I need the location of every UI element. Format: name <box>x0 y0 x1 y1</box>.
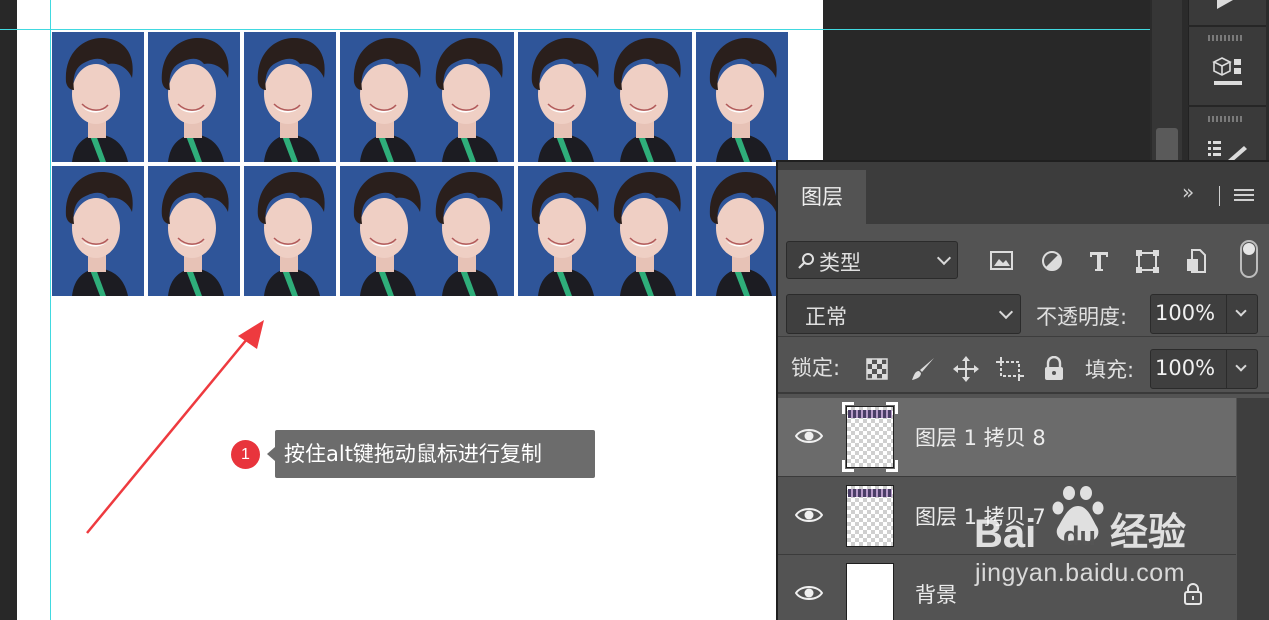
baidu-watermark-logo: Bai du 经验 <box>974 486 1186 555</box>
tab-layers[interactable]: 图层 <box>778 170 866 224</box>
eye-icon[interactable] <box>795 583 823 603</box>
eye-icon[interactable] <box>795 426 823 446</box>
dock-separator <box>1188 25 1266 27</box>
fill-field[interactable]: 100% <box>1150 349 1258 389</box>
dock-grip[interactable] <box>1208 116 1244 122</box>
portrait-photo <box>518 32 610 162</box>
watermark-jingyan: 经验 <box>1110 510 1186 554</box>
annotation-arrow <box>86 320 264 534</box>
blend-mode-dropdown[interactable]: 正常 <box>786 294 1021 334</box>
eye-icon[interactable] <box>795 505 823 525</box>
chevron-down-icon[interactable] <box>1235 305 1247 317</box>
opacity-field[interactable]: 100% <box>1150 294 1258 334</box>
lock-all-icon[interactable] <box>1043 356 1065 382</box>
3d-cube-icon[interactable] <box>1210 55 1246 91</box>
filter-kind-label: 类型 <box>819 251 861 275</box>
portrait-photo <box>696 32 788 162</box>
workspace: 1 按住alt键拖动鼠标进行复制 图层 » 类型 正常 不透明度: 100% 锁… <box>0 0 1269 620</box>
selection-bracket <box>842 402 854 414</box>
opacity-value[interactable]: 100% <box>1155 301 1215 325</box>
lock-icon <box>1184 583 1202 605</box>
smart-object-filter-icon[interactable] <box>1185 248 1207 274</box>
chevron-down-icon <box>936 250 952 266</box>
selection-bracket <box>842 460 854 472</box>
lock-paint-icon[interactable] <box>910 356 936 382</box>
layer-thumbnail[interactable] <box>846 406 894 468</box>
portrait-photo <box>600 32 692 162</box>
layer-filter-dropdown[interactable]: 类型 <box>786 241 958 279</box>
layer-row[interactable]: 图层 1 拷贝 8 <box>778 398 1236 476</box>
chevron-down-icon[interactable] <box>1235 360 1247 372</box>
fill-label: 填充: <box>1085 358 1135 382</box>
portrait-photo <box>422 32 514 162</box>
portrait-photo <box>518 166 610 296</box>
selection-bracket <box>886 402 898 414</box>
type-filter-icon[interactable] <box>1087 249 1111 273</box>
panel-divider <box>778 336 1269 337</box>
layers-scrollbar[interactable] <box>1237 398 1269 620</box>
layer-name[interactable]: 图层 1 拷贝 8 <box>915 422 1046 452</box>
portrait-photo <box>340 166 432 296</box>
layer-thumbnail[interactable] <box>846 563 894 620</box>
tab-bar-divider <box>1219 186 1220 206</box>
selection-bracket <box>886 460 898 472</box>
portrait-photo <box>340 32 432 162</box>
field-divider <box>1226 295 1227 333</box>
watermark-du: du <box>1063 521 1096 551</box>
field-divider <box>1226 350 1227 388</box>
play-icon[interactable] <box>1214 0 1234 10</box>
portrait-photo <box>422 166 514 296</box>
dock-separator <box>1188 105 1266 107</box>
shape-filter-icon[interactable] <box>1135 249 1160 274</box>
search-icon <box>798 253 814 269</box>
step-badge: 1 <box>231 440 260 469</box>
toggle-knob <box>1243 243 1255 255</box>
panel-tab-bar: 图层 » <box>778 162 1269 224</box>
panel-divider <box>778 392 1269 394</box>
layer-thumbnail[interactable] <box>846 485 894 547</box>
adjustment-filter-icon[interactable] <box>1040 249 1064 273</box>
watermark-url: jingyan.baidu.com <box>975 559 1186 587</box>
dock-grip[interactable] <box>1208 35 1244 41</box>
chevron-down-icon <box>998 304 1014 320</box>
lock-artboard-icon[interactable] <box>996 356 1024 382</box>
brush-settings-icon[interactable] <box>1208 138 1253 162</box>
portrait-photo <box>600 166 692 296</box>
opacity-label: 不透明度: <box>1036 305 1128 329</box>
filter-toggle[interactable] <box>1240 240 1258 278</box>
lock-label: 锁定: <box>791 356 841 380</box>
lock-transparent-icon[interactable] <box>866 358 888 380</box>
image-filter-icon[interactable] <box>989 250 1015 272</box>
collapse-panel-icon[interactable]: » <box>1182 180 1194 204</box>
watermark-bai: Bai <box>974 512 1036 555</box>
panel-menu-icon[interactable] <box>1234 189 1254 203</box>
annotation-callout: 按住alt键拖动鼠标进行复制 <box>267 430 595 478</box>
blend-mode-value: 正常 <box>805 305 847 329</box>
portrait-photo <box>696 166 788 296</box>
lock-position-icon[interactable] <box>953 356 979 382</box>
fill-value[interactable]: 100% <box>1155 356 1215 380</box>
layer-name[interactable]: 背景 <box>915 579 957 609</box>
